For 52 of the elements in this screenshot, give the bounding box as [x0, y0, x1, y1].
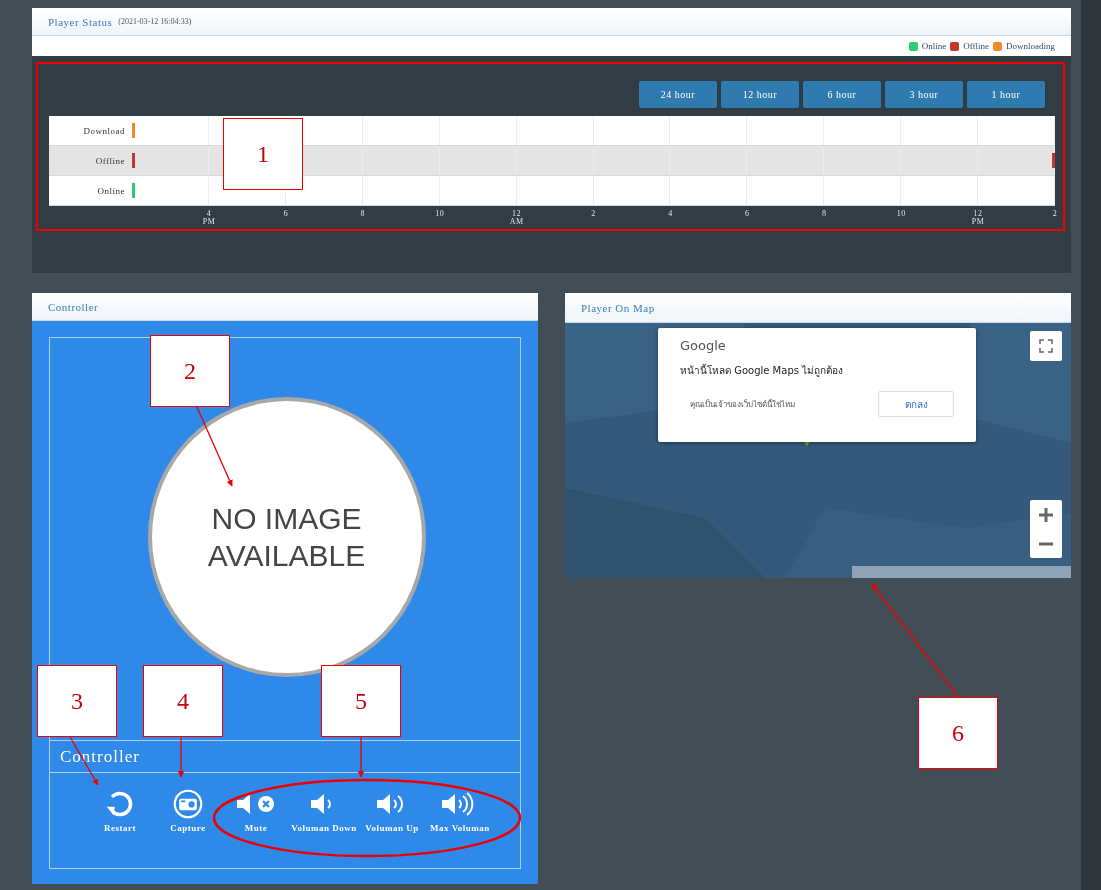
control-button[interactable]: Max Voluman	[426, 789, 494, 868]
range-button[interactable]: 1 hour	[967, 81, 1045, 108]
row-label: Online	[96, 185, 125, 196]
placeholder-text: NO IMAGE AVAILABLE	[206, 501, 367, 574]
axis-tick-label: 6	[283, 210, 289, 218]
plus-icon	[1039, 507, 1053, 522]
range-button[interactable]: 24 hour	[639, 81, 717, 108]
range-button[interactable]: 12 hour	[721, 81, 799, 108]
annotation-arrow	[357, 736, 365, 778]
control-button[interactable]: Voluman Down	[290, 789, 358, 868]
control-button[interactable]: Mute	[222, 789, 290, 868]
ok-button[interactable]: ตกลง	[878, 391, 954, 417]
callout-label: 3	[37, 665, 117, 737]
control-button[interactable]: Voluman Up	[358, 789, 426, 868]
annotation-arrow	[177, 736, 185, 778]
axis-tick-label: 2	[591, 210, 596, 218]
legend-label: Online	[921, 41, 947, 51]
dialog-question: คุณเป็นเจ้าของเว็บไซต์นี้ใช่ไหม	[690, 398, 796, 411]
legend-label: Offline	[963, 41, 989, 51]
timestamp: (2021-03-12 16:04:33)	[118, 17, 192, 26]
range-button[interactable]: 6 hour	[803, 81, 881, 108]
minus-icon	[1039, 541, 1053, 546]
range-button[interactable]: 3 hour	[885, 81, 963, 108]
axis-tick-label: 8	[360, 210, 366, 218]
control-button[interactable]: Restart	[86, 789, 154, 868]
panel-title: Player On Map	[581, 301, 655, 314]
axis-tick-label: 12 PM	[971, 210, 985, 226]
axis-tick-label: 10	[896, 210, 906, 218]
panel-title: Controller	[48, 300, 99, 313]
axis-tick-label: 2	[1052, 210, 1058, 218]
axis-tick-label: 4	[668, 210, 673, 218]
callout-label: 1	[223, 118, 303, 190]
fullscreen-icon	[1039, 339, 1053, 353]
axis-tick-label: 4 PM	[202, 210, 216, 226]
row-label: Offline	[94, 155, 125, 166]
scrollbar[interactable]	[1081, 0, 1101, 890]
axis-tick-label: 10	[435, 210, 445, 218]
control-button[interactable]: Capture	[154, 789, 222, 868]
axis-tick-label: 6	[745, 210, 750, 218]
camera-icon	[171, 789, 205, 819]
panel-title: Player Status	[48, 15, 113, 28]
row-label: Download	[82, 125, 125, 136]
legend-label: Downloading	[1006, 41, 1055, 51]
axis-tick-label: 12 AM	[509, 210, 524, 226]
axis-tick-label: 8	[822, 210, 827, 218]
callout-label: 2	[150, 335, 230, 407]
callout-label: 4	[143, 665, 223, 737]
fullscreen-button[interactable]	[1030, 331, 1062, 361]
dialog-brand: Google	[680, 338, 727, 353]
dialog-message: หน้านี้โหลด Google Maps ไม่ถูกต้อง	[680, 363, 845, 378]
callout-label: 5	[321, 665, 401, 737]
callout-label: 6	[918, 697, 998, 769]
